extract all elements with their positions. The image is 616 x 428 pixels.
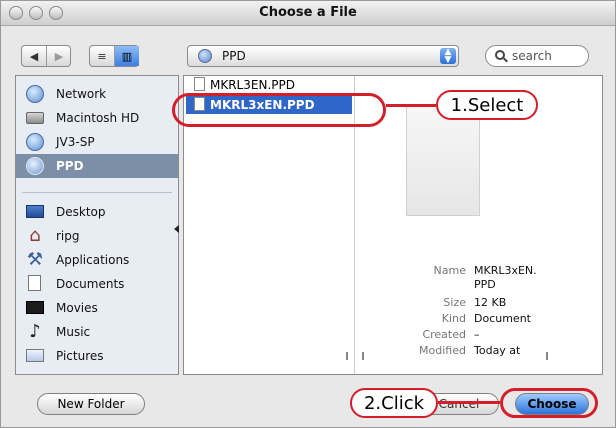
sidebar-item-label: Macintosh HD bbox=[56, 111, 140, 125]
sidebar-item-label: PPD bbox=[56, 159, 84, 173]
sidebar-item-ripg[interactable]: ⌂ ripg bbox=[16, 224, 178, 248]
preview-created-value: – bbox=[474, 328, 480, 341]
title-bar: Choose a File bbox=[1, 1, 615, 26]
applications-icon: ⚒ bbox=[26, 249, 44, 270]
preview-modified-key: Modified bbox=[419, 344, 466, 357]
file-label: MKRL3EN.PPD bbox=[210, 78, 295, 92]
column-resize-grip[interactable] bbox=[362, 352, 364, 360]
movies-icon bbox=[26, 301, 44, 314]
popup-chevron-icon: ▲ ▼ bbox=[440, 48, 456, 65]
sidebar-resize-handle[interactable] bbox=[174, 225, 180, 233]
column-resize-grip[interactable] bbox=[346, 352, 348, 360]
sidebar-item-applications[interactable]: ⚒ Applications bbox=[16, 248, 178, 272]
sidebar-item-network[interactable]: Network bbox=[16, 82, 178, 106]
select-callout-label: 1.Select bbox=[436, 90, 538, 120]
preview-name-value-1: MKRL3xEN. bbox=[474, 264, 537, 277]
sidebar-item-music[interactable]: ♪ Music bbox=[16, 320, 178, 344]
document-icon bbox=[194, 77, 205, 91]
column-view-icon[interactable]: ▥ bbox=[115, 46, 139, 66]
sidebar-item-label: JV3-SP bbox=[56, 135, 95, 149]
back-arrow-icon[interactable]: ◀ bbox=[22, 46, 47, 66]
select-callout-line bbox=[386, 104, 436, 107]
document-preview-icon bbox=[406, 104, 480, 216]
sidebar-item-pictures[interactable]: Pictures bbox=[16, 344, 178, 368]
sidebar-item-macintosh-hd[interactable]: Macintosh HD bbox=[16, 106, 178, 130]
new-folder-button[interactable]: New Folder bbox=[37, 393, 145, 415]
sidebar-item-label: ripg bbox=[56, 229, 80, 243]
file-preview: Name MKRL3xEN. PPD Size 12 KB Kind Docum… bbox=[360, 76, 600, 374]
file-chooser-window: Choose a File ◀ ▶ ≡ ▥ PPD ▲ ▼ search Netw… bbox=[0, 0, 616, 428]
list-view-icon[interactable]: ≡ bbox=[90, 46, 115, 66]
sidebar-item-label: Movies bbox=[56, 301, 98, 315]
globe-icon bbox=[26, 133, 44, 151]
column-resize-grip[interactable] bbox=[546, 352, 548, 360]
sidebar-item-label: Pictures bbox=[56, 349, 104, 363]
sidebar-item-jv3-sp[interactable]: JV3-SP bbox=[16, 130, 178, 154]
sidebar-item-movies[interactable]: Movies bbox=[16, 296, 178, 320]
preview-kind-key: Kind bbox=[441, 312, 466, 325]
location-label: PPD bbox=[222, 49, 246, 63]
search-placeholder: search bbox=[512, 49, 552, 63]
sidebar-divider bbox=[22, 192, 172, 193]
window-title: Choose a File bbox=[259, 5, 357, 20]
sidebar-item-ppd[interactable]: PPD bbox=[16, 154, 178, 178]
file-row-mkrl3en[interactable]: MKRL3EN.PPD bbox=[186, 76, 352, 94]
sidebar-item-documents[interactable]: Documents bbox=[16, 272, 178, 296]
select-highlight bbox=[172, 93, 386, 127]
sidebar: Network Macintosh HD JV3-SP PPD Desktop … bbox=[15, 75, 179, 375]
click-callout-label: 2.Click bbox=[350, 388, 438, 418]
search-field[interactable]: search bbox=[485, 45, 589, 67]
view-mode-control: ≡ ▥ bbox=[89, 45, 139, 67]
forward-arrow-icon[interactable]: ▶ bbox=[47, 46, 71, 66]
preview-modified-value: Today at bbox=[474, 344, 521, 357]
pictures-icon bbox=[26, 349, 44, 362]
sidebar-item-label: Documents bbox=[56, 277, 125, 291]
desktop-icon bbox=[26, 205, 44, 218]
sidebar-item-label: Network bbox=[56, 87, 107, 101]
preview-created-key: Created bbox=[422, 328, 466, 341]
preview-size-value: 12 KB bbox=[474, 296, 507, 309]
home-icon: ⌂ bbox=[29, 225, 41, 246]
sidebar-item-label: Music bbox=[56, 325, 91, 339]
search-icon-handle bbox=[503, 57, 508, 63]
globe-icon bbox=[26, 85, 44, 103]
back-forward-control: ◀ ▶ bbox=[21, 45, 71, 67]
click-callout-line bbox=[438, 401, 500, 404]
sidebar-item-label: Desktop bbox=[56, 205, 106, 219]
preview-name-value-2: PPD bbox=[474, 278, 496, 291]
sidebar-item-desktop[interactable]: Desktop bbox=[16, 200, 178, 224]
documents-icon bbox=[28, 275, 41, 291]
globe-icon bbox=[26, 157, 44, 175]
choose-highlight bbox=[500, 388, 598, 418]
music-icon: ♪ bbox=[29, 321, 41, 342]
preview-name-key: Name bbox=[433, 264, 466, 277]
sidebar-item-label: Applications bbox=[56, 253, 130, 267]
preview-kind-value: Document bbox=[474, 312, 531, 325]
preview-size-key: Size bbox=[443, 296, 466, 309]
location-popup[interactable]: PPD ▲ ▼ bbox=[187, 45, 459, 67]
harddisk-icon bbox=[26, 112, 44, 124]
globe-icon bbox=[198, 49, 212, 63]
